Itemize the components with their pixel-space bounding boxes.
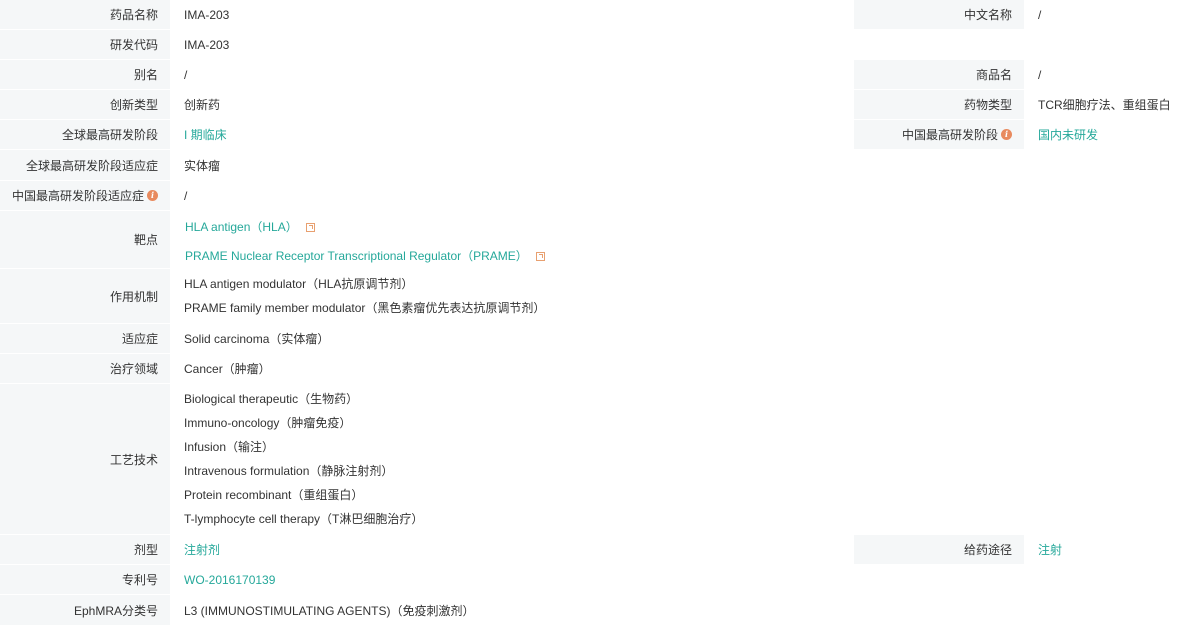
label-innovation-type: 创新类型 <box>0 90 170 119</box>
label-trade-name: 商品名 <box>854 60 1024 89</box>
target-item: HLA antigen（HLA） <box>185 213 1181 242</box>
label-china-highest-phase: 中国最高研发阶段 <box>901 128 998 142</box>
mechanism-item: PRAME family member modulator（黑色素瘤优先表达抗原… <box>184 301 546 315</box>
technology-item: Intravenous formulation（静脉注射剂） <box>184 464 394 478</box>
target-link-prame[interactable]: PRAME Nuclear Receptor Transcriptional R… <box>185 249 528 263</box>
info-icon[interactable]: i <box>147 190 158 201</box>
value-china-highest-phase: 国内未研发 <box>1024 120 1181 149</box>
row-alias: 别名 / 商品名 / <box>0 60 1181 90</box>
row-ephmra: EphMRA分类号 L3 (IMMUNOSTIMULATING AGENTS)（… <box>0 595 1181 626</box>
label-drug-type: 药物类型 <box>854 90 1024 119</box>
value-therapeutic-area: Cancer（肿瘤） <box>170 354 1181 383</box>
technology-item: Protein recombinant（重组蛋白） <box>184 488 364 502</box>
value-innovation-type: 创新药 <box>170 90 854 119</box>
value-patent: WO-2016170139 <box>170 565 1181 594</box>
value-global-highest-phase: I 期临床 <box>170 120 854 149</box>
target-link-hla[interactable]: HLA antigen（HLA） <box>185 220 298 234</box>
external-link-icon[interactable] <box>535 252 545 261</box>
label-global-phase-indication: 全球最高研发阶段适应症 <box>0 150 170 180</box>
label-china-phase-indication-cell: 中国最高研发阶段适应症 i <box>0 181 170 210</box>
row-technology: 工艺技术 Biological therapeutic（生物药） Immuno-… <box>0 384 1181 535</box>
row-target: 靶点 HLA antigen（HLA） PRAME Nuclear Recept… <box>0 211 1181 269</box>
mechanism-item: HLA antigen modulator（HLA抗原调节剂） <box>184 277 414 291</box>
label-technology: 工艺技术 <box>0 384 170 534</box>
value-global-phase-indication: 实体瘤 <box>170 150 1181 180</box>
label-dosage-form: 剂型 <box>0 535 170 564</box>
dosage-form-link[interactable]: 注射剂 <box>184 541 220 558</box>
row-global-phase-indication: 全球最高研发阶段适应症 实体瘤 <box>0 150 1181 181</box>
value-dosage-form: 注射剂 <box>170 535 854 564</box>
china-highest-phase-link[interactable]: 国内未研发 <box>1038 126 1098 143</box>
value-drug-type: TCR细胞疗法、重组蛋白 <box>1024 90 1181 119</box>
value-indication: Solid carcinoma（实体瘤） <box>170 324 1181 353</box>
target-item: PRAME Nuclear Receptor Transcriptional R… <box>185 242 1181 271</box>
label-drug-name: 药品名称 <box>0 0 170 29</box>
row-highest-phase: 全球最高研发阶段 I 期临床 中国最高研发阶段 i 国内未研发 <box>0 120 1181 150</box>
row-drug-name: 药品名称 IMA-203 中文名称 / <box>0 0 1181 30</box>
value-ephmra: L3 (IMMUNOSTIMULATING AGENTS)（免疫刺激剂） <box>170 595 1181 625</box>
label-target: 靶点 <box>0 211 170 268</box>
technology-item: T-lymphocyte cell therapy（T淋巴细胞治疗） <box>184 512 424 526</box>
value-route: 注射 <box>1024 535 1181 564</box>
row-indication: 适应症 Solid carcinoma（实体瘤） <box>0 324 1181 354</box>
row-innovation-type: 创新类型 创新药 药物类型 TCR细胞疗法、重组蛋白 <box>0 90 1181 120</box>
global-highest-phase-link[interactable]: I 期临床 <box>184 126 227 143</box>
row-mechanism: 作用机制 HLA antigen modulator（HLA抗原调节剂） PRA… <box>0 269 1181 324</box>
value-trade-name: / <box>1024 60 1181 89</box>
label-ephmra: EphMRA分类号 <box>0 595 170 625</box>
drug-info-table: 药品名称 IMA-203 中文名称 / 研发代码 IMA-203 别名 / 商品… <box>0 0 1181 626</box>
technology-item: Infusion（输注） <box>184 440 275 454</box>
label-global-highest-phase: 全球最高研发阶段 <box>0 120 170 149</box>
label-therapeutic-area: 治疗领域 <box>0 354 170 383</box>
label-indication: 适应症 <box>0 324 170 353</box>
row-dosage-form: 剂型 注射剂 给药途径 注射 <box>0 535 1181 565</box>
external-link-icon[interactable] <box>305 223 315 232</box>
label-alias: 别名 <box>0 60 170 89</box>
value-technology: Biological therapeutic（生物药） Immuno-oncol… <box>170 384 1181 534</box>
value-drug-name: IMA-203 <box>170 0 854 29</box>
patent-link[interactable]: WO-2016170139 <box>184 573 275 587</box>
row-rd-code: 研发代码 IMA-203 <box>0 30 1181 60</box>
technology-item: Biological therapeutic（生物药） <box>184 392 359 406</box>
route-link[interactable]: 注射 <box>1038 541 1062 558</box>
label-mechanism: 作用机制 <box>0 269 170 323</box>
row-china-phase-indication: 中国最高研发阶段适应症 i / <box>0 181 1181 211</box>
info-icon[interactable]: i <box>1001 129 1012 140</box>
label-patent: 专利号 <box>0 565 170 594</box>
value-chinese-name: / <box>1024 0 1181 29</box>
value-target: HLA antigen（HLA） PRAME Nuclear Receptor … <box>170 211 1181 268</box>
label-rd-code: 研发代码 <box>0 30 170 59</box>
value-alias: / <box>170 60 854 89</box>
value-china-phase-indication: / <box>170 181 1181 210</box>
row-patent: 专利号 WO-2016170139 <box>0 565 1181 595</box>
label-chinese-name: 中文名称 <box>854 0 1024 29</box>
value-rd-code: IMA-203 <box>170 30 1181 59</box>
technology-item: Immuno-oncology（肿瘤免疫） <box>184 416 352 430</box>
label-route: 给药途径 <box>854 535 1024 564</box>
label-china-phase-indication: 中国最高研发阶段适应症 <box>11 189 144 203</box>
row-therapeutic-area: 治疗领域 Cancer（肿瘤） <box>0 354 1181 384</box>
value-mechanism: HLA antigen modulator（HLA抗原调节剂） PRAME fa… <box>170 269 1181 323</box>
label-china-highest-phase-cell: 中国最高研发阶段 i <box>854 120 1024 149</box>
